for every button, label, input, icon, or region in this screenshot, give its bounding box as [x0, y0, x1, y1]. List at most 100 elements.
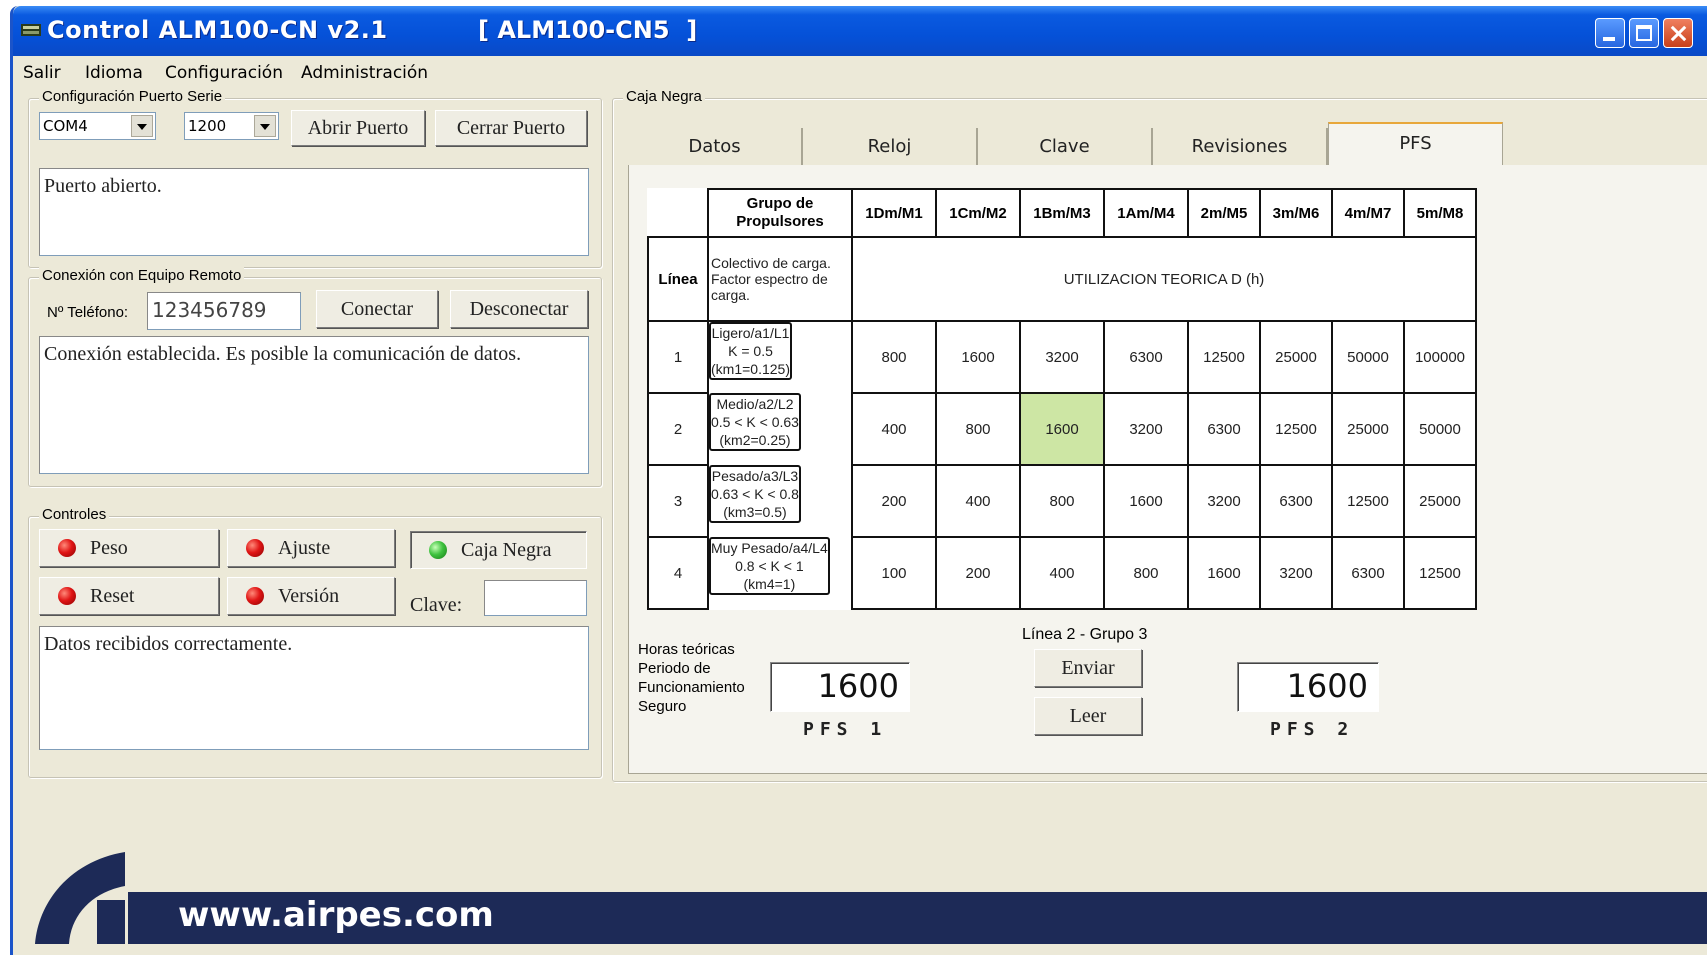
table-cell[interactable]: 200	[851, 464, 937, 538]
tab-reloj[interactable]: Reloj	[803, 128, 978, 166]
table-cell[interactable]: 6300	[1103, 320, 1189, 394]
group-header: Grupo de Propulsores	[707, 188, 853, 238]
connect-button[interactable]: Conectar	[316, 290, 438, 328]
disconnect-button[interactable]: Desconectar	[450, 290, 588, 328]
baud-select[interactable]: 1200	[184, 112, 279, 140]
column-header: 5m/M8	[1403, 188, 1477, 238]
send-button[interactable]: Enviar	[1034, 649, 1142, 687]
port-select[interactable]: COM4	[39, 112, 156, 140]
chevron-down-icon[interactable]	[254, 115, 276, 137]
pfs2-caption: PFS 2	[1270, 719, 1355, 740]
maximize-button[interactable]	[1629, 18, 1659, 48]
table-cell[interactable]: 50000	[1403, 392, 1477, 466]
title-bar[interactable]: Control ALM100-CN v2.1 [ ALM100-CN5 ]	[13, 6, 1707, 56]
open-port-button[interactable]: Abrir Puerto	[291, 110, 425, 146]
table-cell[interactable]: 3200	[1259, 536, 1333, 610]
tab-revisiones[interactable]: Revisiones	[1153, 128, 1328, 166]
close-port-button[interactable]: Cerrar Puerto	[435, 110, 587, 146]
website-url: www.airpes.com	[178, 895, 494, 935]
load-class-k: 0.63 < K < 0.8	[711, 486, 799, 502]
table-cell[interactable]: 400	[935, 464, 1021, 538]
caja-negra-button[interactable]: Caja Negra	[410, 531, 587, 569]
airpes-logo-icon	[35, 852, 125, 944]
table-cell[interactable]: 400	[851, 392, 937, 466]
menu-administracion[interactable]: Administración	[301, 63, 428, 83]
minimize-button[interactable]	[1595, 18, 1625, 48]
table-cell[interactable]: 200	[935, 536, 1021, 610]
line-number: 3	[647, 464, 709, 538]
led-green-icon	[429, 541, 447, 559]
reset-button[interactable]: Reset	[39, 577, 219, 615]
version-button[interactable]: Versión	[227, 577, 395, 615]
window-title: Control ALM100-CN v2.1	[47, 16, 388, 44]
clave-input[interactable]	[484, 580, 587, 616]
table-cell[interactable]: 100	[851, 536, 937, 610]
table-cell[interactable]: 25000	[1403, 464, 1477, 538]
table-cell[interactable]: 25000	[1331, 392, 1405, 466]
table-cell[interactable]: 6300	[1331, 536, 1405, 610]
hours-label: Horas teóricas Periodo de Funcionamiento…	[638, 640, 745, 716]
line-header: Línea	[647, 236, 709, 322]
column-header: 4m/M7	[1331, 188, 1405, 238]
tab-datos[interactable]: Datos	[628, 128, 803, 166]
tab-pfs[interactable]: PFS	[1328, 122, 1503, 166]
selection-label: Línea 2 - Grupo 3	[1022, 626, 1148, 643]
table-cell[interactable]: 3200	[1103, 392, 1189, 466]
close-button[interactable]	[1663, 18, 1693, 48]
table-cell[interactable]: 800	[851, 320, 937, 394]
pfs2-display[interactable]: 1600	[1237, 662, 1379, 712]
port-value: COM4	[43, 117, 88, 135]
table-cell[interactable]: 6300	[1259, 464, 1333, 538]
load-class-km: (km3=0.5)	[723, 504, 787, 520]
table-cell[interactable]: 100000	[1403, 320, 1477, 394]
table-cell-selected[interactable]: 1600	[1019, 392, 1105, 466]
table-cell[interactable]: 800	[935, 392, 1021, 466]
table-cell[interactable]: 3200	[1019, 320, 1105, 394]
table-cell[interactable]: 800	[1019, 464, 1105, 538]
read-button[interactable]: Leer	[1034, 697, 1142, 735]
peso-button[interactable]: Peso	[39, 529, 219, 567]
table-cell[interactable]: 1600	[1187, 536, 1261, 610]
led-red-icon	[58, 539, 76, 557]
column-header: 1Dm/M1	[851, 188, 937, 238]
table-cell[interactable]: 1600	[1103, 464, 1189, 538]
app-icon	[21, 24, 41, 36]
phone-label: Nº Teléfono:	[47, 304, 129, 321]
table-cell[interactable]: 6300	[1187, 392, 1261, 466]
load-description: Colectivo de carga. Factor espectro de c…	[707, 236, 853, 322]
table-cell[interactable]: 800	[1103, 536, 1189, 610]
remote-connection-label: Conexión con Equipo Remoto	[39, 267, 245, 284]
phone-input[interactable]: 123456789	[147, 292, 301, 330]
table-row: 4 Muy Pesado/a4/L4 0.8 < K < 1 (km4=1) 100…	[647, 536, 1477, 610]
version-label: Versión	[278, 585, 340, 607]
tab-clave[interactable]: Clave	[978, 128, 1153, 166]
hours-label-line: Seguro	[638, 698, 687, 715]
hours-label-line: Funcionamiento	[638, 679, 745, 696]
led-red-icon	[58, 587, 76, 605]
menu-configuracion[interactable]: Configuración	[165, 63, 283, 83]
table-cell[interactable]: 12500	[1331, 464, 1405, 538]
baud-value: 1200	[188, 117, 227, 135]
table-cell[interactable]: 1600	[935, 320, 1021, 394]
pfs1-display[interactable]: 1600	[770, 662, 910, 712]
device-id: [ ALM100-CN5 ]	[478, 16, 698, 44]
table-cell[interactable]: 25000	[1259, 320, 1333, 394]
serial-config-label: Configuración Puerto Serie	[39, 88, 226, 105]
remote-status-box: Conexión establecida. Es posible la comu…	[39, 336, 589, 474]
line-number: 4	[647, 536, 709, 610]
pfs-table: Grupo de Propulsores 1Dm/M1 1Cm/M2 1Bm/M…	[647, 188, 1477, 610]
ajuste-button[interactable]: Ajuste	[227, 529, 395, 567]
table-cell[interactable]: 50000	[1331, 320, 1405, 394]
table-cell[interactable]: 12500	[1187, 320, 1261, 394]
table-cell[interactable]: 400	[1019, 536, 1105, 610]
table-row: 1 Ligero/a1/L1 K = 0.5 (km1=0.125) 800 160…	[647, 320, 1477, 394]
clave-label: Clave:	[410, 594, 463, 616]
load-class-name: Ligero/a1/L1	[711, 325, 790, 341]
menu-idioma[interactable]: Idioma	[85, 63, 143, 83]
table-cell[interactable]: 3200	[1187, 464, 1261, 538]
table-cell[interactable]: 12500	[1403, 536, 1477, 610]
table-cell[interactable]: 12500	[1259, 392, 1333, 466]
chevron-down-icon[interactable]	[131, 115, 153, 137]
menu-salir[interactable]: Salir	[23, 63, 61, 83]
load-class: Ligero/a1/L1 K = 0.5 (km1=0.125)	[709, 322, 792, 380]
